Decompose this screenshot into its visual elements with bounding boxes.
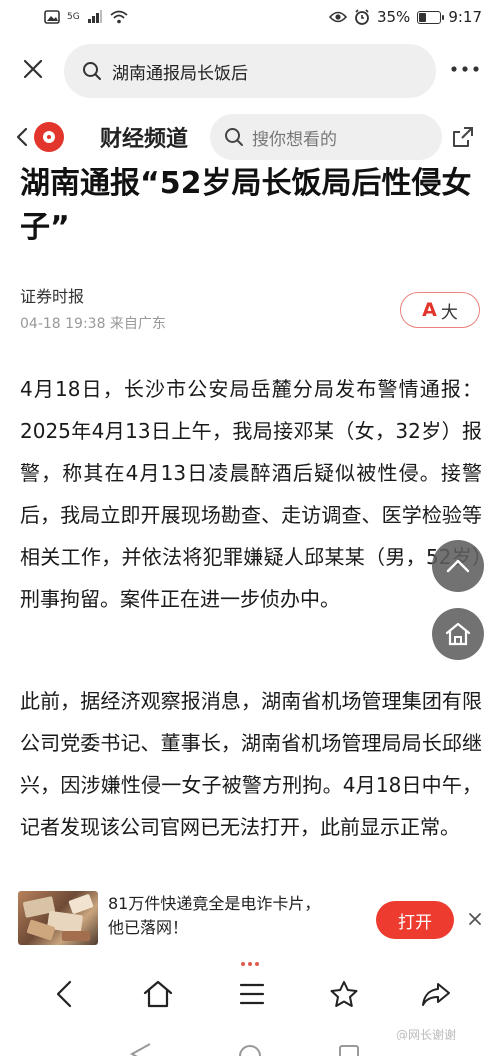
status-right: 35% 9:17 — [328, 8, 482, 26]
ad-text[interactable]: 81万件快递竟全是电诈卡片， 他已落网！ — [108, 892, 368, 940]
share-icon — [453, 127, 473, 147]
close-button[interactable] — [16, 52, 50, 86]
site-header: 财经频道 搜你想看的 — [0, 110, 500, 166]
status-bar: 5G 35% 9:17 — [0, 0, 500, 34]
ad-text-line-1: 81万件快递竟全是电诈卡片， — [108, 894, 321, 913]
home-icon — [445, 622, 471, 646]
toolbar-home-button[interactable] — [136, 972, 180, 1016]
site-search-input[interactable]: 搜你想看的 — [210, 114, 442, 160]
image-notification-icon — [44, 10, 60, 24]
article-meta: 04-18 19:38 来自广东 — [20, 316, 166, 332]
status-left: 5G — [44, 10, 128, 24]
chevron-left-icon — [16, 127, 28, 147]
menu-icon — [239, 983, 265, 1005]
font-size-label: 大 — [440, 302, 458, 323]
share-icon — [422, 983, 450, 1006]
toolbar-menu-button[interactable] — [230, 972, 274, 1016]
system-navigation-bar — [0, 1040, 500, 1056]
signal-icon — [87, 10, 102, 23]
search-icon — [225, 128, 243, 146]
more-icon — [451, 66, 479, 72]
channel-title[interactable]: 财经频道 — [100, 121, 188, 153]
font-size-button[interactable]: A 大 — [400, 292, 480, 328]
system-nav-shapes — [129, 1043, 359, 1056]
wifi-icon — [110, 10, 128, 24]
home-icon — [143, 980, 173, 1008]
site-search-placeholder: 搜你想看的 — [252, 129, 337, 150]
star-icon — [330, 981, 358, 1007]
alarm-icon — [355, 9, 369, 25]
toolbar-share-button[interactable] — [414, 972, 458, 1016]
article-source[interactable]: 证券时报 — [20, 283, 84, 307]
header-share-button[interactable] — [450, 124, 476, 150]
battery-icon — [417, 10, 445, 24]
browser-address-bar: 湖南通报局长饭后 — [0, 38, 500, 104]
ad-banner[interactable]: 81万件快递竟全是电诈卡片， 他已落网！ 打开 — [0, 888, 500, 950]
font-size-a: A — [422, 299, 437, 321]
more-button[interactable] — [448, 54, 482, 84]
back-icon — [56, 980, 72, 1008]
close-icon — [23, 59, 43, 79]
clock: 9:17 — [448, 8, 482, 26]
page-indicator — [240, 962, 260, 966]
ad-close-button[interactable] — [464, 908, 486, 930]
browser-toolbar — [0, 962, 500, 1024]
ad-text-line-2: 他已落网！ — [108, 918, 189, 937]
article-paragraph-2: 此前，据经济观察报消息，湖南省机场管理集团有限公司党委书记、董事长，湖南省机场管… — [20, 689, 482, 839]
site-logo[interactable] — [34, 122, 64, 152]
toolbar-back-button[interactable] — [42, 972, 86, 1016]
scroll-top-button[interactable] — [432, 540, 484, 592]
battery-percent: 35% — [376, 8, 411, 26]
url-search-field[interactable]: 湖南通报局长饭后 — [64, 44, 436, 98]
search-icon — [83, 62, 101, 80]
network-type: 5G — [67, 11, 80, 22]
chevron-up-icon — [446, 559, 470, 573]
ad-thumbnail[interactable] — [18, 891, 98, 945]
article-paragraph-1: 4月18日，长沙市公安局岳麓分局发布警情通报：2025年4月13日上午，我局接邓… — [20, 377, 482, 611]
float-home-button[interactable] — [432, 608, 484, 660]
toolbar-favorite-button[interactable] — [322, 972, 366, 1016]
url-query-text: 湖南通报局长饭后 — [112, 63, 248, 84]
eye-icon — [328, 11, 347, 23]
close-icon — [469, 913, 481, 925]
article-title: 湖南通报“52岁局长饭局后性侵女子” — [20, 166, 472, 245]
site-back-button[interactable] — [10, 122, 34, 152]
battery-level — [419, 12, 426, 22]
ad-open-button[interactable]: 打开 — [376, 901, 454, 939]
